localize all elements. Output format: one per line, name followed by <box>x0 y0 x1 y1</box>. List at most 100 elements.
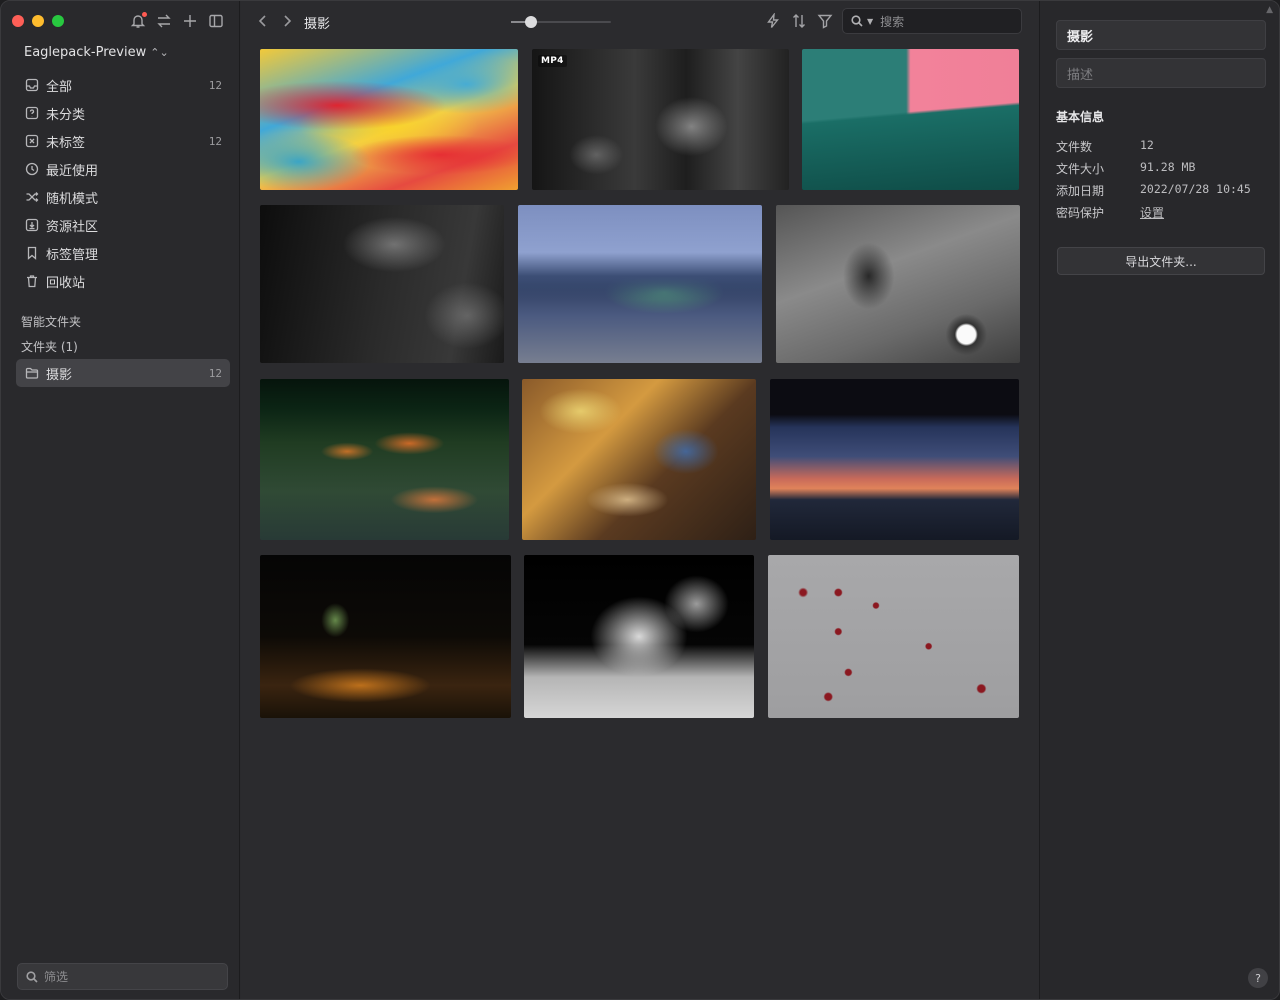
folder-icon <box>24 365 40 381</box>
thumbnail-station-sunset[interactable] <box>770 379 1019 540</box>
inbox-icon <box>24 77 40 93</box>
updown-chevron-icon: ⌃⌄ <box>150 46 169 59</box>
sidebar-item-trash[interactable]: 回收站 <box>16 267 230 295</box>
description-field[interactable]: 描述 <box>1056 58 1266 88</box>
thumbnail-feet-pavement-bw[interactable] <box>776 205 1020 363</box>
plus-icon <box>184 15 196 27</box>
smart-folders-heading[interactable]: 智能文件夹 <box>21 313 81 330</box>
zoom-slider[interactable] <box>511 16 611 28</box>
sidebar-panel-icon <box>209 14 223 28</box>
thumbnail-cat-bucket-bw[interactable] <box>524 555 754 718</box>
folders-heading[interactable]: 文件夹 (1) <box>21 338 78 355</box>
info-key: 文件数 <box>1056 140 1093 154</box>
folder-name-field[interactable]: 摄影 <box>1056 20 1266 50</box>
sidebar-toolbar <box>129 11 225 31</box>
thumbnail-night-alley-bw[interactable] <box>260 205 504 363</box>
sidebar-item-count: 12 <box>208 134 222 148</box>
export-folder-button[interactable]: 导出文件夹... <box>1057 247 1265 275</box>
thumbnail-street-food-stall[interactable] <box>522 379 756 540</box>
back-chevron-icon[interactable] <box>257 13 269 29</box>
info-row-password: 密码保护 设置 <box>1056 204 1266 221</box>
thumbnail-street-night-video[interactable]: MP4 <box>532 49 789 190</box>
thumbnail-city-crowd-blue[interactable] <box>518 205 762 363</box>
sidebar-item-random[interactable]: 随机模式 <box>16 183 230 211</box>
sidebar-item-folder-photography[interactable]: 摄影 12 <box>16 359 230 387</box>
search-input[interactable]: ▼ 搜索 <box>842 8 1022 34</box>
sort-icon[interactable] <box>791 13 807 29</box>
library-switcher[interactable]: Eaglepack-Preview ⌃⌄ <box>24 45 169 60</box>
video-format-badge: MP4 <box>538 55 567 67</box>
set-password-link[interactable]: 设置 <box>1140 204 1164 221</box>
question-box-icon <box>24 105 40 121</box>
info-key: 添加日期 <box>1056 184 1105 198</box>
search-icon <box>851 15 863 27</box>
toggle-sidebar-button[interactable] <box>207 11 225 31</box>
sidebar-item-all[interactable]: 全部 12 <box>16 71 230 99</box>
search-icon <box>26 970 38 983</box>
search-placeholder: 搜索 <box>880 14 905 29</box>
zoom-slider-knob[interactable] <box>525 16 537 28</box>
collapse-caret-icon[interactable]: ▲ <box>1266 5 1273 15</box>
minimize-window-button[interactable] <box>32 15 44 27</box>
thumbnail-night-platform-orange[interactable] <box>260 555 511 718</box>
info-key: 文件大小 <box>1056 162 1105 176</box>
sidebar-item-label: 标签管理 <box>46 247 99 263</box>
section-heading: 基本信息 <box>1056 110 1105 124</box>
bookmark-icon <box>24 245 40 261</box>
sidebar-item-label: 未标签 <box>46 135 86 151</box>
info-row-file-count: 文件数 12 <box>1056 138 1266 155</box>
info-row-date-added: 添加日期 2022/07/28 10:45 <box>1056 182 1266 199</box>
forward-chevron-icon[interactable] <box>281 13 293 29</box>
sidebar-item-untagged[interactable]: 未标签 12 <box>16 127 230 155</box>
info-value: 12 <box>1140 138 1154 152</box>
chevron-down-icon[interactable]: ▼ <box>867 17 873 26</box>
filter-funnel-icon[interactable] <box>817 13 833 29</box>
main-content: 摄影 ▼ 搜索 MP4 <box>241 1 1039 999</box>
sidebar-item-label: 全部 <box>46 79 73 95</box>
filter-input[interactable]: 筛选 <box>17 963 228 990</box>
sidebar-nav: 全部 12 未分类 未标签 12 最近使用 随机模式 资源社区 标签管理 回收站 <box>16 71 230 295</box>
download-box-icon <box>24 217 40 233</box>
thumbnail-autumn-leaves[interactable] <box>260 379 509 540</box>
untagged-icon <box>24 133 40 149</box>
thumbnail-abstract-colors[interactable] <box>260 49 518 190</box>
info-key: 密码保护 <box>1056 206 1105 220</box>
sidebar-item-label: 摄影 <box>46 367 73 383</box>
sidebar-item-count: 12 <box>208 366 222 380</box>
sync-button[interactable] <box>155 11 173 31</box>
info-row-file-size: 文件大小 91.28 MB <box>1056 160 1266 177</box>
sidebar-item-tag-manager[interactable]: 标签管理 <box>16 239 230 267</box>
sidebar: Eaglepack-Preview ⌃⌄ 全部 12 未分类 未标签 12 最近… <box>1 1 240 999</box>
sidebar-item-label: 随机模式 <box>46 191 99 207</box>
help-button[interactable]: ? <box>1248 968 1268 988</box>
notifications-button[interactable] <box>129 11 147 31</box>
sidebar-item-uncategorized[interactable]: 未分类 <box>16 99 230 127</box>
sidebar-item-count: 12 <box>208 78 222 92</box>
shuffle-icon <box>24 189 40 205</box>
filter-placeholder: 筛选 <box>44 970 69 984</box>
notification-dot <box>142 12 147 17</box>
info-value: 91.28 MB <box>1140 160 1196 174</box>
inspector-panel: ▲ 摄影 描述 基本信息 文件数 12 文件大小 91.28 MB 添加日期 2… <box>1039 1 1279 999</box>
close-window-button[interactable] <box>12 15 24 27</box>
thumbnail-red-balloons-gray[interactable] <box>768 555 1019 718</box>
page-title: 摄影 <box>304 17 331 32</box>
add-button[interactable] <box>181 11 199 31</box>
history-nav <box>257 13 293 29</box>
lightning-icon[interactable] <box>765 13 781 29</box>
thumbnail-green-wall-pink-sky[interactable] <box>802 49 1019 190</box>
main-toolbar: 摄影 ▼ 搜索 <box>241 1 1039 43</box>
trash-icon <box>24 273 40 289</box>
swap-arrows-icon <box>157 14 171 28</box>
library-name: Eaglepack-Preview <box>24 45 147 60</box>
clock-icon <box>24 161 40 177</box>
info-value: 2022/07/28 10:45 <box>1140 182 1251 196</box>
sidebar-item-community[interactable]: 资源社区 <box>16 211 230 239</box>
sidebar-item-label: 资源社区 <box>46 219 99 235</box>
zoom-window-button[interactable] <box>52 15 64 27</box>
sidebar-item-label: 未分类 <box>46 107 86 123</box>
sidebar-item-recent[interactable]: 最近使用 <box>16 155 230 183</box>
toolbar-actions <box>765 13 833 29</box>
app-window: Eaglepack-Preview ⌃⌄ 全部 12 未分类 未标签 12 最近… <box>0 0 1280 1000</box>
sidebar-item-label: 最近使用 <box>46 163 99 179</box>
